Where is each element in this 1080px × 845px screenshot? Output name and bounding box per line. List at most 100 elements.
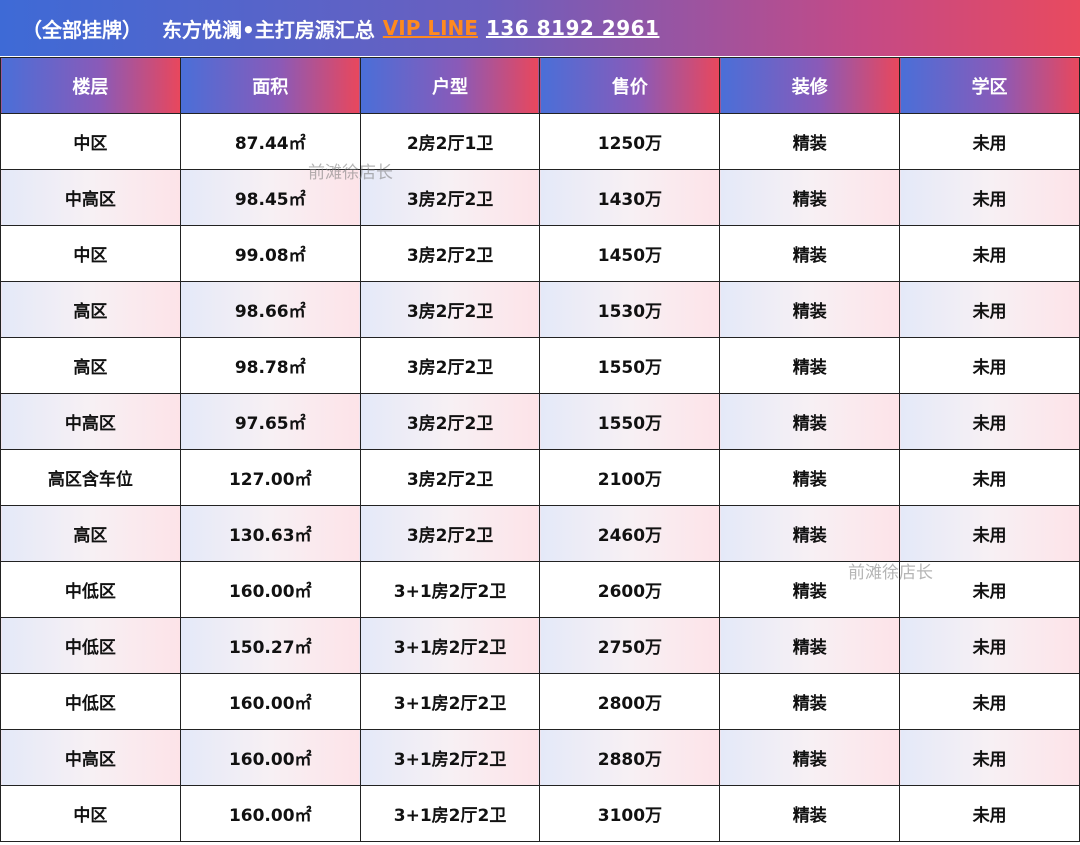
layout-cell: 3+1房2厅2卫 xyxy=(359,617,541,674)
layout-cell: 3房2厅2卫 xyxy=(359,281,541,338)
table-header-row: 楼层 面积 户型 售价 装修 学区 xyxy=(0,57,1080,114)
school-district-cell: 未用 xyxy=(899,505,1080,562)
decoration-cell: 精装 xyxy=(719,281,901,338)
floor-cell: 中高区 xyxy=(0,169,181,226)
page-title: 东方悦澜•主打房源汇总 xyxy=(162,17,375,42)
floor-cell: 高区 xyxy=(0,505,181,562)
table-body: 中区 87.44㎡ 2房2厅1卫 1250万 精装 未用 中高区 98.45㎡ 3房2厅2卫 14… xyxy=(0,113,1080,842)
floor-cell: 中高区 xyxy=(0,393,181,450)
column-header-floor: 楼层 xyxy=(0,57,181,114)
floor-cell: 中低区 xyxy=(0,617,181,674)
layout-cell: 3房2厅2卫 xyxy=(359,393,541,450)
school-district-cell: 未用 xyxy=(899,673,1080,730)
layout-cell: 3+1房2厅2卫 xyxy=(359,785,541,842)
area-cell: 98.78㎡ xyxy=(179,337,361,394)
column-header-school-district: 学区 xyxy=(899,57,1080,114)
area-cell: 127.00㎡ xyxy=(179,449,361,506)
decoration-cell: 精装 xyxy=(719,169,901,226)
school-district-cell: 未用 xyxy=(899,729,1080,786)
floor-cell: 中区 xyxy=(0,113,181,170)
vip-line-label: VIP LINE xyxy=(382,16,478,40)
area-cell: 97.65㎡ xyxy=(179,393,361,450)
table-row: 高区 98.66㎡ 3房2厅2卫 1530万 精装 未用 xyxy=(0,281,1080,338)
price-cell: 1550万 xyxy=(539,393,721,450)
floor-cell: 中低区 xyxy=(0,561,181,618)
column-header-decoration: 装修 xyxy=(719,57,901,114)
layout-cell: 3房2厅2卫 xyxy=(359,505,541,562)
decoration-cell: 精装 xyxy=(719,337,901,394)
decoration-cell: 精装 xyxy=(719,785,901,842)
table-row: 中低区 150.27㎡ 3+1房2厅2卫 2750万 精装 未用 xyxy=(0,617,1080,674)
price-cell: 2600万 xyxy=(539,561,721,618)
school-district-cell: 未用 xyxy=(899,785,1080,842)
floor-cell: 中区 xyxy=(0,785,181,842)
column-header-layout: 户型 xyxy=(359,57,541,114)
decoration-cell: 精装 xyxy=(719,393,901,450)
floor-cell: 高区 xyxy=(0,281,181,338)
area-cell: 160.00㎡ xyxy=(179,729,361,786)
decoration-cell: 精装 xyxy=(719,729,901,786)
table-row: 高区 130.63㎡ 3房2厅2卫 2460万 精装 未用 xyxy=(0,505,1080,562)
price-cell: 3100万 xyxy=(539,785,721,842)
price-cell: 1550万 xyxy=(539,337,721,394)
table-row: 高区含车位 127.00㎡ 3房2厅2卫 2100万 精装 未用 xyxy=(0,449,1080,506)
area-cell: 160.00㎡ xyxy=(179,673,361,730)
table-row: 中区 160.00㎡ 3+1房2厅2卫 3100万 精装 未用 xyxy=(0,785,1080,842)
decoration-cell: 精装 xyxy=(719,617,901,674)
price-cell: 1530万 xyxy=(539,281,721,338)
table-row: 中低区 160.00㎡ 3+1房2厅2卫 2600万 精装 未用 xyxy=(0,561,1080,618)
table-row: 中高区 98.45㎡ 3房2厅2卫 1430万 精装 未用 xyxy=(0,169,1080,226)
area-cell: 99.08㎡ xyxy=(179,225,361,282)
price-cell: 2880万 xyxy=(539,729,721,786)
price-cell: 2750万 xyxy=(539,617,721,674)
area-cell: 160.00㎡ xyxy=(179,785,361,842)
phone-number[interactable]: 136 8192 2961 xyxy=(486,16,660,40)
area-cell: 160.00㎡ xyxy=(179,561,361,618)
school-district-cell: 未用 xyxy=(899,561,1080,618)
area-cell: 150.27㎡ xyxy=(179,617,361,674)
price-cell: 1450万 xyxy=(539,225,721,282)
floor-cell: 中高区 xyxy=(0,729,181,786)
floor-cell: 高区含车位 xyxy=(0,449,181,506)
column-header-price: 售价 xyxy=(539,57,721,114)
table-row: 高区 98.78㎡ 3房2厅2卫 1550万 精装 未用 xyxy=(0,337,1080,394)
layout-cell: 3+1房2厅2卫 xyxy=(359,673,541,730)
price-cell: 2100万 xyxy=(539,449,721,506)
decoration-cell: 精装 xyxy=(719,113,901,170)
school-district-cell: 未用 xyxy=(899,449,1080,506)
price-cell: 2800万 xyxy=(539,673,721,730)
floor-cell: 高区 xyxy=(0,337,181,394)
title-bar: （全部挂牌） 东方悦澜•主打房源汇总 VIP LINE 136 8192 296… xyxy=(0,0,1080,56)
listings-table: 楼层 面积 户型 售价 装修 学区 中区 87.44㎡ 2房2厅1卫 1250万 精装未… xyxy=(0,57,1080,842)
area-cell: 98.66㎡ xyxy=(179,281,361,338)
decoration-cell: 精装 xyxy=(719,673,901,730)
table-row: 中区 99.08㎡ 3房2厅2卫 1450万 精装 未用 xyxy=(0,225,1080,282)
layout-cell: 2房2厅1卫 xyxy=(359,113,541,170)
table-row: 中区 87.44㎡ 2房2厅1卫 1250万 精装 未用 xyxy=(0,113,1080,170)
table-row: 中低区 160.00㎡ 3+1房2厅2卫 2800万 精装 未用 xyxy=(0,673,1080,730)
price-cell: 1430万 xyxy=(539,169,721,226)
school-district-cell: 未用 xyxy=(899,617,1080,674)
layout-cell: 3房2厅2卫 xyxy=(359,337,541,394)
school-district-cell: 未用 xyxy=(899,337,1080,394)
layout-cell: 3房2厅2卫 xyxy=(359,169,541,226)
layout-cell: 3+1房2厅2卫 xyxy=(359,561,541,618)
decoration-cell: 精装 xyxy=(719,449,901,506)
table-row: 中高区 160.00㎡ 3+1房2厅2卫 2880万 精装 未用 xyxy=(0,729,1080,786)
layout-cell: 3房2厅2卫 xyxy=(359,225,541,282)
school-district-cell: 未用 xyxy=(899,169,1080,226)
table-row: 中高区 97.65㎡ 3房2厅2卫 1550万 精装 未用 xyxy=(0,393,1080,450)
decoration-cell: 精装 xyxy=(719,505,901,562)
decoration-cell: 精装 xyxy=(719,561,901,618)
floor-cell: 中低区 xyxy=(0,673,181,730)
school-district-cell: 未用 xyxy=(899,225,1080,282)
school-district-cell: 未用 xyxy=(899,393,1080,450)
area-cell: 98.45㎡ xyxy=(179,169,361,226)
listing-tag: （全部挂牌） xyxy=(22,17,142,42)
floor-cell: 中区 xyxy=(0,225,181,282)
price-cell: 2460万 xyxy=(539,505,721,562)
price-cell: 1250万 xyxy=(539,113,721,170)
school-district-cell: 未用 xyxy=(899,113,1080,170)
layout-cell: 3房2厅2卫 xyxy=(359,449,541,506)
school-district-cell: 未用 xyxy=(899,281,1080,338)
